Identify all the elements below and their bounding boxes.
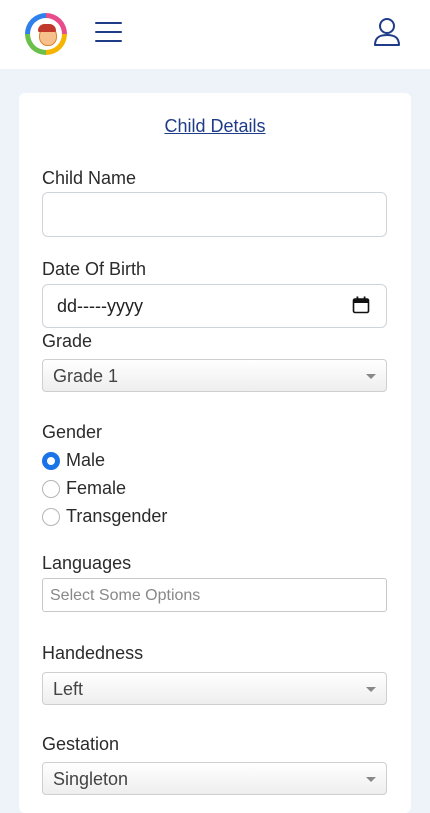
date-of-birth-label: Date Of Birth: [42, 259, 147, 279]
chevron-down-icon: [366, 374, 376, 379]
child-logo-icon[interactable]: [25, 13, 67, 55]
logo-hair: [38, 24, 56, 32]
grade-label: Grade: [42, 331, 93, 351]
gender-label: Gender: [42, 422, 103, 442]
gestation-select[interactable]: Singleton: [42, 762, 387, 795]
chevron-down-icon: [366, 777, 376, 782]
child-details-link[interactable]: Child Details: [19, 116, 411, 137]
radio-male[interactable]: [42, 452, 60, 470]
dob-placeholder: dd-----yyyy: [57, 296, 143, 316]
languages-placeholder: Select Some Options: [50, 587, 201, 604]
menu-line-top: [95, 22, 122, 24]
child-name-input[interactable]: [42, 192, 387, 237]
hamburger-menu-icon[interactable]: [95, 21, 122, 43]
gestation-label: Gestation: [42, 734, 120, 754]
logo-inner: [30, 18, 62, 50]
chevron-down-icon: [366, 687, 376, 692]
languages-multiselect[interactable]: Select Some Options: [42, 578, 387, 612]
calendar-icon[interactable]: [352, 296, 370, 319]
menu-line-middle: [95, 31, 122, 33]
grade-select[interactable]: Grade 1: [42, 359, 387, 392]
languages-label: Languages: [42, 553, 132, 573]
child-name-label: Child Name: [42, 168, 137, 188]
radio-female[interactable]: [42, 480, 60, 498]
top-navbar: [0, 0, 430, 69]
radio-transgender[interactable]: [42, 508, 60, 526]
user-icon[interactable]: [372, 17, 402, 47]
menu-line-bottom: [95, 40, 122, 42]
handedness-select[interactable]: Left: [42, 672, 387, 705]
date-of-birth-input[interactable]: dd-----yyyy: [42, 284, 387, 328]
child-details-card: Child Details Child Name Date Of Birth d…: [19, 93, 411, 813]
gender-option-label: Female: [66, 478, 127, 498]
grade-select-value: Grade 1: [53, 366, 119, 386]
handedness-label: Handedness: [42, 643, 144, 663]
gender-option-label: Male: [66, 450, 106, 470]
gestation-select-value: Singleton: [53, 769, 129, 789]
gender-option-label: Transgender: [66, 506, 168, 526]
handedness-select-value: Left: [53, 679, 84, 699]
